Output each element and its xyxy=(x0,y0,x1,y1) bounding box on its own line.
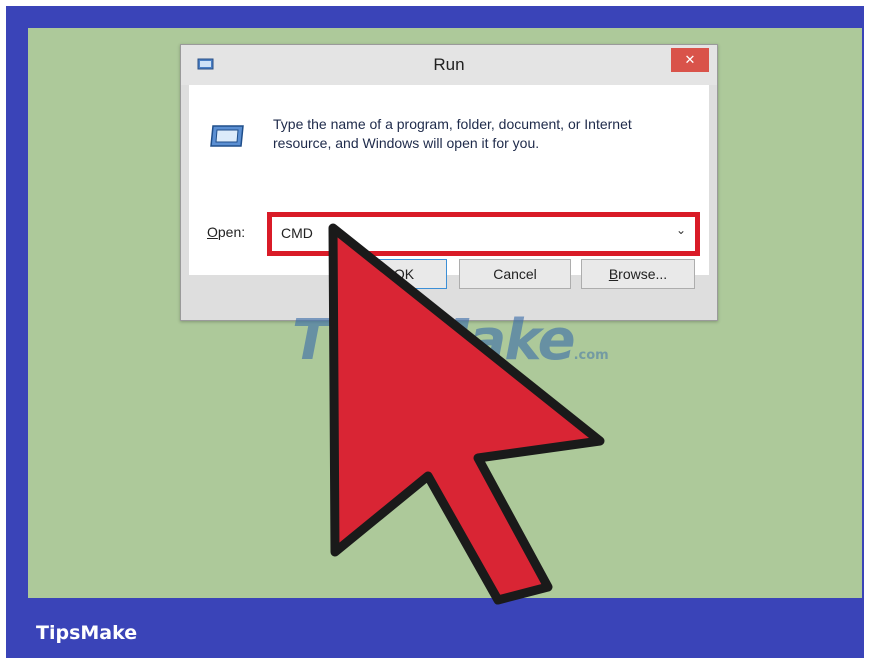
browse-accesskey: B xyxy=(608,266,619,282)
dialog-title: Run xyxy=(433,55,465,74)
close-button[interactable]: ✕ xyxy=(671,48,709,72)
watermark-text: TipsMake xyxy=(292,308,576,373)
open-input[interactable] xyxy=(277,221,665,245)
dialog-description: Type the name of a program, folder, docu… xyxy=(273,116,632,151)
run-program-icon xyxy=(210,125,244,147)
run-dialog: Run ✕ Type the name of a program, folder… xyxy=(180,44,718,321)
cancel-button[interactable]: Cancel xyxy=(459,259,571,289)
watermark: TipsMake.com xyxy=(292,308,609,373)
close-icon: ✕ xyxy=(684,52,696,68)
open-combobox[interactable]: ⌄ xyxy=(267,212,700,256)
ok-button[interactable]: OK xyxy=(361,259,447,289)
dialog-content: Type the name of a program, folder, docu… xyxy=(189,85,709,275)
browse-button[interactable]: Browse... xyxy=(581,259,695,289)
watermark-suffix: .com xyxy=(573,348,609,363)
open-label: Open: xyxy=(207,224,245,240)
open-label-text: pen: xyxy=(217,224,246,240)
footer-brand: TipsMake xyxy=(36,622,138,644)
browse-label: rowse... xyxy=(618,266,668,282)
chevron-down-icon[interactable]: ⌄ xyxy=(673,223,689,241)
dialog-titlebar: Run ✕ xyxy=(181,45,717,85)
open-label-accesskey: O xyxy=(207,224,218,240)
